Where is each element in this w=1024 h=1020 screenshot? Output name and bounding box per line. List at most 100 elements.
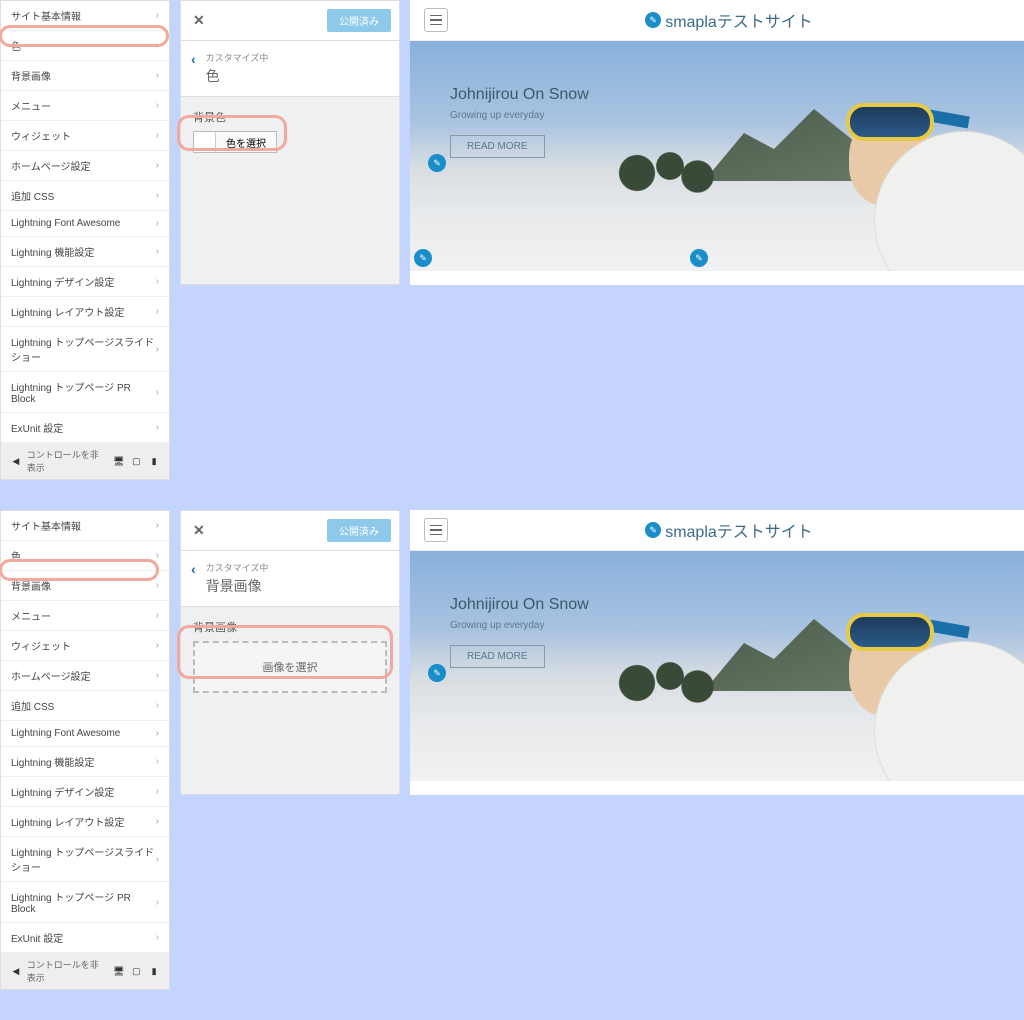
panel-title: 背景画像: [206, 576, 269, 596]
site-title: ✎ smaplaテストサイト: [645, 518, 813, 542]
sidebar-item-pr[interactable]: Lightning トップページ PR Block›: [1, 372, 169, 413]
customizing-label: カスタマイズ中: [206, 51, 269, 64]
sidebar-item-site-info[interactable]: サイト基本情報›: [1, 1, 169, 31]
sidebar-item-css[interactable]: 追加 CSS›: [1, 691, 169, 721]
chevron-right-icon: ›: [156, 700, 159, 711]
sidebar-item-design[interactable]: Lightning デザイン設定›: [1, 267, 169, 297]
chevron-right-icon: ›: [156, 580, 159, 591]
sidebar-item-layout[interactable]: Lightning レイアウト設定›: [1, 297, 169, 327]
sidebar-item-fa[interactable]: Lightning Font Awesome›: [1, 211, 169, 237]
sidebar-item-site-info[interactable]: サイト基本情報›: [1, 511, 169, 541]
back-icon[interactable]: ‹: [191, 51, 196, 67]
mobile-icon[interactable]: ▮: [147, 963, 161, 979]
customizing-label: カスタマイズ中: [206, 561, 269, 574]
sidebar-item-bg-image[interactable]: 背景画像›: [1, 61, 169, 91]
read-more-button[interactable]: READ MORE: [450, 135, 545, 158]
customizer-panel-color: ✕ 公開済み ‹ カスタマイズ中 色 背景色 色を選択: [180, 0, 400, 285]
chevron-right-icon: ›: [156, 897, 159, 908]
sidebar-item-homepage[interactable]: ホームページ設定›: [1, 661, 169, 691]
chevron-right-icon: ›: [156, 786, 159, 797]
hide-controls-label[interactable]: コントロールを非表示: [27, 448, 104, 474]
color-swatch: [194, 132, 216, 152]
chevron-right-icon: ›: [156, 422, 159, 433]
sidebar-item-design[interactable]: Lightning デザイン設定›: [1, 777, 169, 807]
sidebar-item-func[interactable]: Lightning 機能設定›: [1, 747, 169, 777]
chevron-right-icon: ›: [156, 816, 159, 827]
hero-subtitle: Growing up everyday: [450, 110, 589, 121]
hide-controls-label[interactable]: コントロールを非表示: [27, 958, 104, 984]
back-icon[interactable]: ‹: [191, 561, 196, 577]
sidebar-item-pr[interactable]: Lightning トップページ PR Block›: [1, 882, 169, 923]
hamburger-icon[interactable]: [424, 518, 448, 542]
screenshot-color: サイト基本情報› 色› 背景画像› メニュー› ウィジェット› ホームページ設定…: [0, 0, 1024, 480]
panel-title: 色: [206, 66, 269, 86]
read-more-button[interactable]: READ MORE: [450, 645, 545, 668]
site-title: ✎ smaplaテストサイト: [645, 8, 813, 32]
tablet-icon[interactable]: ▢: [130, 453, 144, 469]
chevron-right-icon: ›: [156, 854, 159, 865]
chevron-right-icon: ›: [156, 246, 159, 257]
bg-image-label: 背景画像: [193, 619, 387, 635]
chevron-right-icon: ›: [156, 728, 159, 739]
pencil-icon[interactable]: ✎: [690, 249, 708, 267]
pencil-icon[interactable]: ✎: [414, 249, 432, 267]
chevron-right-icon: ›: [156, 160, 159, 171]
pencil-icon[interactable]: ✎: [428, 154, 446, 172]
tablet-icon[interactable]: ▢: [130, 963, 144, 979]
sidebar-item-exunit[interactable]: ExUnit 設定›: [1, 923, 169, 953]
chevron-right-icon: ›: [156, 40, 159, 51]
sidebar-item-bg-image[interactable]: 背景画像›: [1, 571, 169, 601]
pencil-icon[interactable]: ✎: [645, 12, 661, 28]
sidebar: サイト基本情報› 色› 背景画像› メニュー› ウィジェット› ホームページ設定…: [0, 510, 170, 990]
chevron-right-icon: ›: [156, 640, 159, 651]
sidebar-item-layout[interactable]: Lightning レイアウト設定›: [1, 807, 169, 837]
chevron-right-icon: ›: [156, 610, 159, 621]
chevron-right-icon: ›: [156, 276, 159, 287]
chevron-right-icon: ›: [156, 756, 159, 767]
sidebar-item-func[interactable]: Lightning 機能設定›: [1, 237, 169, 267]
sidebar-item-slideshow[interactable]: Lightning トップページスライドショー›: [1, 837, 169, 882]
chevron-right-icon: ›: [156, 932, 159, 943]
sidebar-item-menu[interactable]: メニュー›: [1, 91, 169, 121]
chevron-right-icon: ›: [156, 218, 159, 229]
sidebar-item-fa[interactable]: Lightning Font Awesome›: [1, 721, 169, 747]
sidebar-item-color[interactable]: 色›: [1, 541, 169, 571]
site-preview: ✎ smaplaテストサイト Johnijirou On Snow Growin…: [410, 510, 1024, 795]
mobile-icon[interactable]: ▮: [147, 453, 161, 469]
chevron-right-icon: ›: [156, 190, 159, 201]
close-icon[interactable]: ✕: [189, 522, 209, 539]
sidebar-item-widget[interactable]: ウィジェット›: [1, 631, 169, 661]
select-image-button[interactable]: 画像を選択: [193, 641, 387, 693]
collapse-icon[interactable]: ◀: [9, 453, 23, 469]
collapse-icon[interactable]: ◀: [9, 963, 23, 979]
close-icon[interactable]: ✕: [189, 12, 209, 29]
sidebar-item-slideshow[interactable]: Lightning トップページスライドショー›: [1, 327, 169, 372]
hamburger-icon[interactable]: [424, 8, 448, 32]
sidebar-item-menu[interactable]: メニュー›: [1, 601, 169, 631]
sidebar-footer: ◀ コントロールを非表示 🖥 ▢ ▮: [1, 443, 169, 479]
select-color-label: 色を選択: [216, 135, 276, 150]
sidebar-item-homepage[interactable]: ホームページ設定›: [1, 151, 169, 181]
pencil-icon[interactable]: ✎: [428, 664, 446, 682]
sidebar-item-exunit[interactable]: ExUnit 設定›: [1, 413, 169, 443]
chevron-right-icon: ›: [156, 387, 159, 398]
desktop-icon[interactable]: 🖥: [112, 453, 126, 469]
hero-image: Johnijirou On Snow Growing up everyday ✎…: [410, 41, 1024, 271]
publish-button[interactable]: 公開済み: [327, 9, 391, 32]
chevron-right-icon: ›: [156, 130, 159, 141]
screenshot-bg-image: サイト基本情報› 色› 背景画像› メニュー› ウィジェット› ホームページ設定…: [0, 510, 1024, 990]
desktop-icon[interactable]: 🖥: [112, 963, 126, 979]
pencil-icon[interactable]: ✎: [645, 522, 661, 538]
hero-image: Johnijirou On Snow Growing up everyday ✎…: [410, 551, 1024, 781]
chevron-right-icon: ›: [156, 670, 159, 681]
sidebar-item-css[interactable]: 追加 CSS›: [1, 181, 169, 211]
chevron-right-icon: ›: [156, 10, 159, 21]
hero-subtitle: Growing up everyday: [450, 620, 589, 631]
chevron-right-icon: ›: [156, 100, 159, 111]
select-color-button[interactable]: 色を選択: [193, 131, 277, 153]
sidebar: サイト基本情報› 色› 背景画像› メニュー› ウィジェット› ホームページ設定…: [0, 0, 170, 480]
publish-button[interactable]: 公開済み: [327, 519, 391, 542]
site-preview: ✎ smaplaテストサイト Johnijirou On Snow Growin…: [410, 0, 1024, 285]
sidebar-item-widget[interactable]: ウィジェット›: [1, 121, 169, 151]
sidebar-item-color[interactable]: 色›: [1, 31, 169, 61]
